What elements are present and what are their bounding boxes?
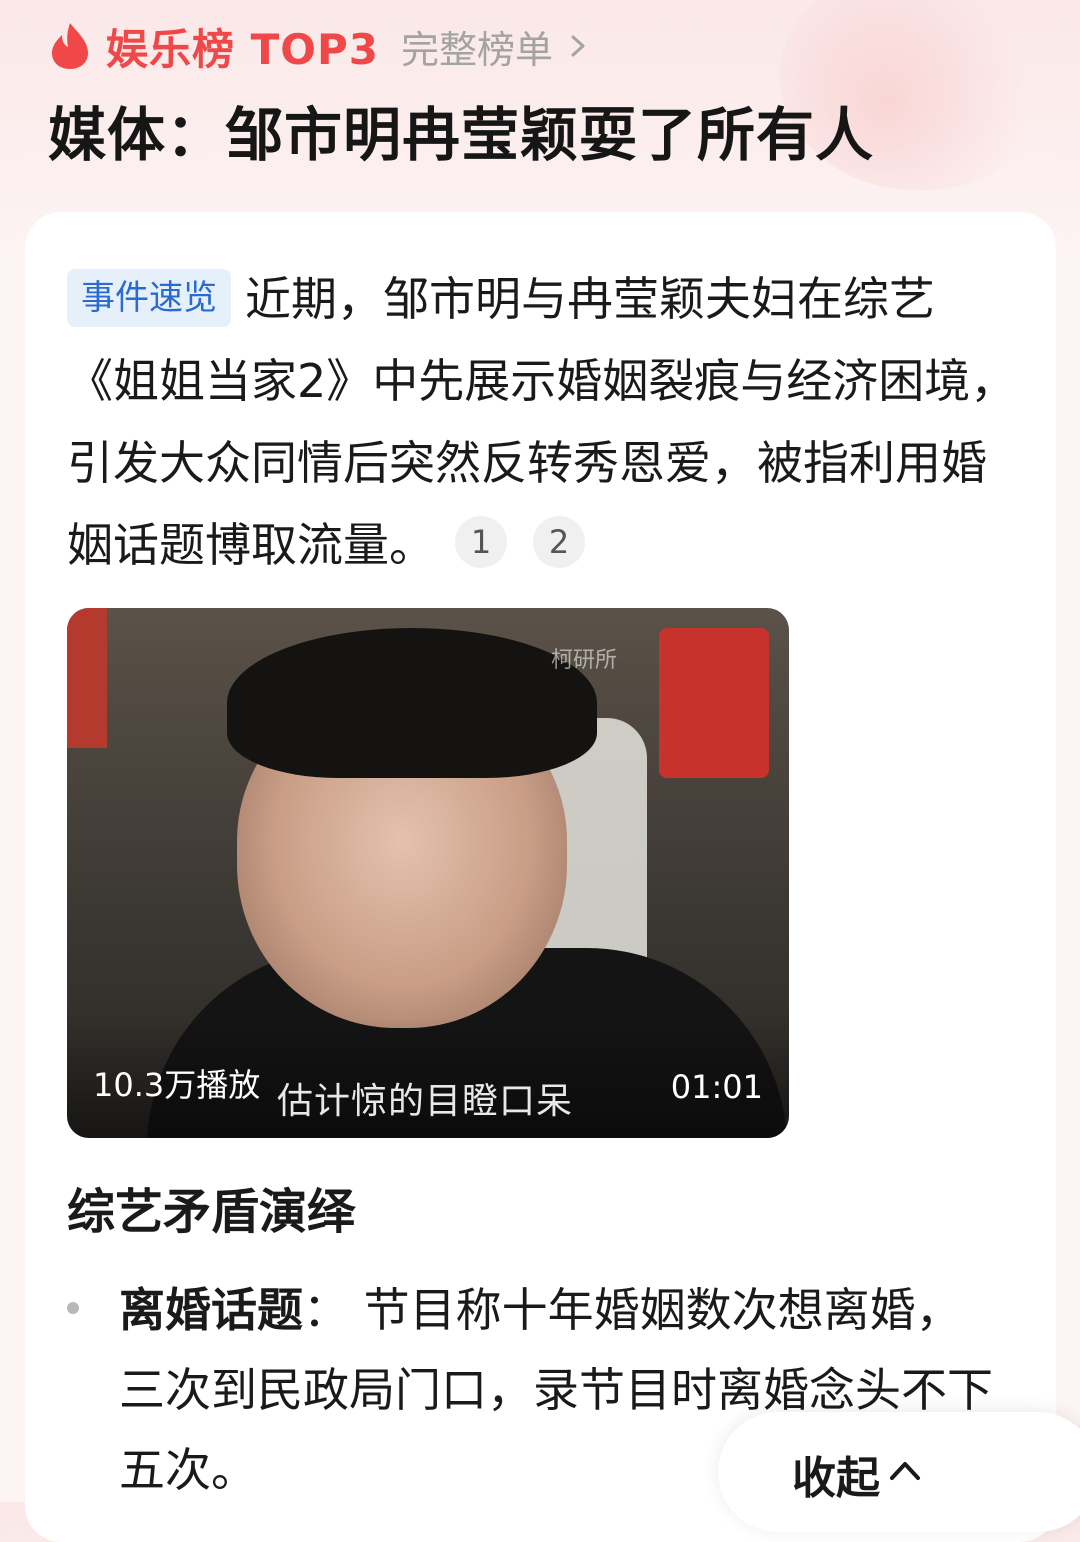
collapse-label: 收起: [792, 1453, 880, 1504]
bullet-dot: [67, 1302, 79, 1314]
video-duration: 01:01: [670, 1068, 763, 1106]
video-frame-detail: [67, 608, 107, 748]
chevron-right-icon: [571, 35, 585, 57]
video-frame-detail: [227, 628, 597, 778]
full-list-label: 完整榜单: [400, 27, 553, 72]
video-frame-detail: [659, 628, 769, 778]
full-list-link[interactable]: 完整榜单: [401, 19, 589, 74]
video-watermark: 柯研所: [551, 648, 618, 673]
bullet-separator: ：: [303, 1283, 349, 1337]
chevron-up-icon: [890, 1462, 920, 1480]
event-summary: 事件速览 近期，邹市明与冉莹颖夫妇在综艺《姐姐当家2》中先展示婚姻裂痕与经济困境，…: [67, 258, 1017, 586]
collapse-button[interactable]: 收起: [718, 1412, 1080, 1532]
video-play-count: 10.3万播放: [93, 1066, 261, 1104]
citation-1[interactable]: 1: [455, 516, 507, 568]
bullet-key: 离婚话题: [119, 1283, 303, 1337]
fire-icon: [52, 23, 88, 69]
section-title: 综艺矛盾演绎: [67, 1184, 356, 1240]
headline: 媒体：邹市明冉莹颖耍了所有人: [48, 101, 875, 169]
video-subtitle: 估计惊的目瞪口呆: [277, 1081, 574, 1122]
video-player[interactable]: 柯研所 10.3万播放 估计惊的目瞪口呆 01:01: [67, 608, 789, 1138]
ranking-header: 娱乐榜 TOP3 完整榜单: [48, 18, 589, 74]
citation-2[interactable]: 2: [533, 516, 585, 568]
summary-tag: 事件速览: [67, 269, 231, 327]
ranking-label: 娱乐榜 TOP3: [106, 24, 379, 74]
content-card: 事件速览 近期，邹市明与冉莹颖夫妇在综艺《姐姐当家2》中先展示婚姻裂痕与经济困境，…: [25, 212, 1056, 1542]
